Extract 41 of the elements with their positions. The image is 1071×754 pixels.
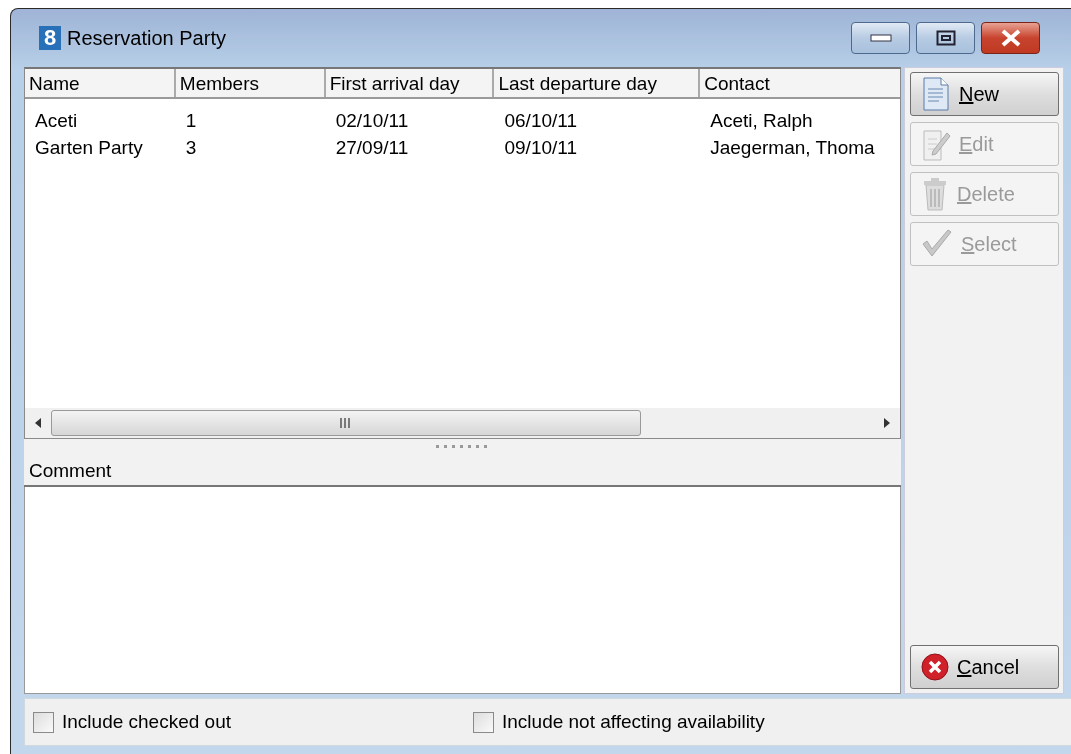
table-cell-text: 06/10/11 bbox=[503, 109, 579, 133]
maximize-icon bbox=[935, 30, 956, 46]
grip-icon bbox=[339, 418, 353, 428]
trash-can-icon bbox=[921, 177, 949, 211]
comment-field[interactable] bbox=[24, 487, 901, 694]
table-cell-text: 1 bbox=[184, 109, 198, 133]
pencil-paper-icon bbox=[921, 127, 951, 161]
checkbox[interactable] bbox=[473, 711, 494, 733]
scrollbar-thumb[interactable] bbox=[51, 410, 641, 436]
column-header[interactable]: Last departure day bbox=[494, 69, 701, 97]
column-header[interactable]: First arrival day bbox=[325, 69, 495, 97]
option-label: Include checked out bbox=[62, 709, 231, 734]
close-button[interactable] bbox=[981, 22, 1040, 54]
table-cell-text: 3 bbox=[184, 136, 198, 160]
minimize-icon bbox=[869, 34, 892, 42]
column-header[interactable]: Name bbox=[25, 69, 176, 97]
comment-label: Comment bbox=[24, 455, 901, 487]
maximize-button[interactable] bbox=[916, 22, 975, 54]
table-cell-text: Aceti, Ralph bbox=[709, 109, 814, 133]
splitter-grip-icon[interactable] bbox=[435, 445, 490, 449]
column-header[interactable]: Contact bbox=[700, 69, 900, 97]
table-cell-text: 02/10/11 bbox=[334, 109, 410, 133]
table-cell-text: Jaegerman, Thoma bbox=[709, 136, 876, 160]
app-logo: 8 bbox=[39, 26, 61, 50]
cancel-button[interactable]: Cancel bbox=[910, 645, 1059, 689]
table-cell-text: 09/10/11 bbox=[503, 136, 579, 160]
checkbox[interactable] bbox=[33, 711, 54, 733]
cancel-icon bbox=[921, 653, 949, 681]
window-title: Reservation Party bbox=[67, 26, 226, 51]
document-icon bbox=[921, 77, 951, 111]
new-button[interactable]: New bbox=[910, 72, 1059, 116]
column-header[interactable]: Members bbox=[175, 69, 326, 97]
option-label: Include not affecting availability bbox=[502, 709, 765, 734]
table-cell-text: Garten Party bbox=[34, 136, 144, 160]
horizontal-scrollbar[interactable] bbox=[25, 408, 900, 438]
table-cell-text: Aceti bbox=[34, 109, 79, 133]
scroll-left-arrow-icon[interactable] bbox=[33, 417, 43, 429]
close-icon bbox=[999, 29, 1022, 47]
table-cell-text: 27/09/11 bbox=[334, 136, 410, 160]
minimize-button[interactable] bbox=[851, 22, 910, 54]
scroll-right-arrow-icon[interactable] bbox=[882, 417, 892, 429]
